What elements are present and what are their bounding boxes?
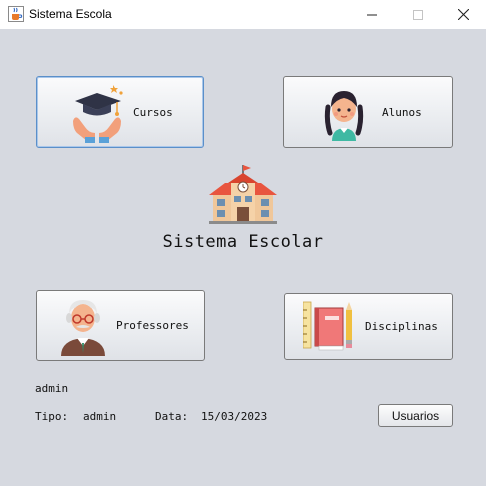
close-icon — [457, 9, 469, 20]
window-title: Sistema Escola — [29, 7, 112, 21]
app-title: Sistema Escolar — [162, 232, 324, 252]
school-building-icon — [209, 165, 277, 224]
disciplinas-label: Disciplinas — [365, 320, 438, 333]
data-label: Data: — [155, 410, 189, 423]
alunos-button[interactable]: Alunos — [283, 76, 453, 148]
disciplinas-button[interactable]: Disciplinas — [284, 293, 453, 360]
professores-label: Professores — [116, 319, 189, 332]
java-cup-icon — [8, 6, 24, 22]
close-button[interactable] — [440, 0, 486, 29]
title-bar: Sistema Escola — [0, 0, 486, 29]
professor-man-icon — [61, 300, 105, 356]
logged-user: admin — [35, 382, 69, 395]
student-girl-icon — [324, 91, 364, 141]
maximize-icon — [413, 9, 423, 20]
books-ruler-pencil-icon — [303, 301, 352, 351]
minimize-icon — [367, 14, 377, 15]
tipo-value: admin — [83, 410, 117, 423]
tipo-label: Tipo: — [35, 410, 69, 423]
cursos-button[interactable]: Cursos — [36, 76, 204, 148]
graduation-cap-hands-icon — [73, 85, 123, 143]
cursos-label: Cursos — [133, 106, 173, 119]
usuarios-button[interactable]: Usuarios — [378, 404, 453, 427]
data-value: 15/03/2023 — [201, 410, 268, 423]
professores-button[interactable]: Professores — [36, 290, 205, 361]
maximize-button[interactable] — [395, 0, 441, 29]
alunos-label: Alunos — [382, 106, 422, 119]
minimize-button[interactable] — [349, 0, 395, 29]
